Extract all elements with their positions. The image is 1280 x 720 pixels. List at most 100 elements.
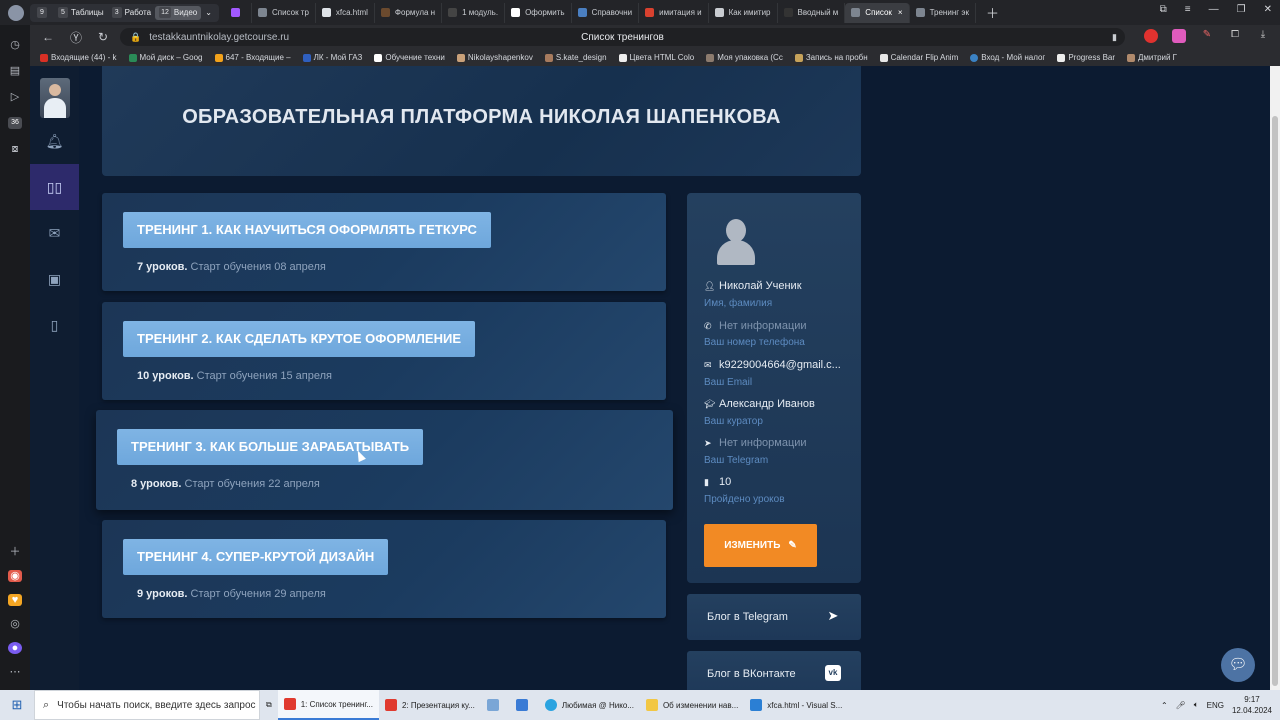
wallet-icon[interactable]: ▣ [30,256,79,302]
telegram-blog-link[interactable]: Блог в Telegram ➤ [687,594,861,640]
workspace-video[interactable]: 12 Видео [155,5,202,20]
bookmark-item[interactable]: Calendar Flip Anim [879,53,958,62]
workspace-tables[interactable]: 5 Таблицы [54,6,108,20]
volume-icon[interactable]: 🔈︎ [1194,700,1199,710]
workspace-number: 12 [159,7,171,18]
bookmark-label: ЛК - Мой ГАЗ [313,53,363,62]
menu-icon[interactable]: ≡ [1185,4,1191,15]
reload-icon[interactable]: ↻ [98,30,114,44]
clock[interactable]: 9:17 12.04.2024 [1232,694,1272,716]
maximize-icon[interactable]: ❐ [1237,4,1246,15]
microphone-icon[interactable]: 🎤︎ [1176,701,1186,710]
task-view-icon[interactable]: ⧉ [260,690,278,720]
add-icon[interactable]: ＋ [8,546,22,558]
bookmark-item[interactable]: Входящие (44) - k [40,53,117,62]
download-icon[interactable]: ⤓ [1256,29,1270,43]
tab[interactable]: Вводный м [778,2,846,23]
profile-avatar-icon[interactable] [8,4,24,21]
taskbar-app-label: xfca.html - Visual S... [767,700,843,710]
app-icon[interactable]: ♥ [8,594,22,606]
chevron-up-icon[interactable]: ⌃ [1161,701,1168,710]
training-title[interactable]: ТРЕНИНГ 1. КАК НАУЧИТЬСЯ ОФОРМЛЯТЬ ГЕТКУ… [123,212,491,248]
tab-search-icon[interactable]: ⧉ [1160,4,1167,15]
bookmark-item[interactable]: Запись на пробн [794,53,868,62]
tab[interactable]: Тренинг эк [910,2,976,23]
taskbar-app[interactable] [481,690,510,720]
bookmark-item[interactable]: Дмитрий Г [1127,53,1177,62]
app-icon[interactable]: ◉ [8,570,22,582]
training-card[interactable]: ТРЕНИНГ 1. КАК НАУЧИТЬСЯ ОФОРМЛЯТЬ ГЕТКУ… [102,193,666,291]
sidebar-badge[interactable]: 36 [8,117,22,129]
back-icon[interactable]: ← [42,30,58,44]
tab-figma[interactable] [225,2,252,23]
w-icon [374,53,383,62]
close-icon[interactable]: ✕ [1264,4,1272,15]
tab[interactable]: имитация и [639,2,709,23]
bookmark-item[interactable]: 647 - Входящие – [214,53,291,62]
bookmark-item[interactable]: Цвета HTML Colo [618,53,694,62]
training-card[interactable]: ТРЕНИНГ 3. КАК БОЛЬШЕ ЗАРАБАТЫВАТЬ 8 уро… [96,410,673,510]
chat-bubble-button[interactable]: 💬︎ [1221,648,1255,682]
app-icon[interactable]: ◎ [8,618,22,630]
training-title[interactable]: ТРЕНИНГ 3. КАК БОЛЬШЕ ЗАРАБАТЫВАТЬ [117,429,424,465]
tab[interactable]: Оформить [505,2,572,23]
new-tab-button[interactable]: ＋ [986,3,999,22]
screenshot-icon[interactable]: ⧇ [8,143,22,155]
extension-icon[interactable] [1172,29,1186,43]
page-scrollbar[interactable] [1270,66,1280,690]
mail-icon[interactable]: ✉ [30,210,79,256]
taskbar-app[interactable]: 2: Презентация ку... [379,690,481,720]
windows-start-icon[interactable]: ⊞ [0,697,34,713]
tab[interactable]: xfca.html [316,2,375,23]
bookmark-item[interactable]: ЛК - Мой ГАЗ [302,53,363,62]
book-icon[interactable]: ▯▯ [30,164,79,210]
yandex-icon[interactable]: Ⓨ [70,29,86,46]
phone-icon[interactable]: ▯ [30,302,79,348]
bookmark-icon[interactable]: ▮ [1112,32,1117,43]
tab[interactable]: Как имитир [709,2,778,23]
taskbar-app[interactable]: Об изменении нав... [640,690,744,720]
instagram-icon [456,53,465,62]
edit-profile-button[interactable]: ИЗМЕНИТЬ ✎ [704,524,817,567]
more-icon[interactable]: ⋯ [8,666,22,678]
scrollbar-thumb[interactable] [1272,116,1278,686]
taskbar-app[interactable]: 1: Список тренинг... [277,690,379,720]
workspace-1[interactable]: 9 [33,6,54,20]
tab[interactable]: Формула н [375,2,443,23]
history-icon[interactable]: ◷ [8,39,22,51]
workspace-work[interactable]: 3 Работа [108,6,155,20]
pen-icon[interactable]: ✎ [1200,29,1214,43]
taskbar-app[interactable]: Любимая @ Нико... [539,690,640,720]
taskbar-app[interactable]: xfca.html - Visual S... [744,690,848,720]
collections-icon[interactable]: ▤ [8,65,22,77]
minimize-icon[interactable]: — [1209,4,1219,15]
chevron-down-icon[interactable]: ⌄ [201,6,216,20]
bell-icon[interactable]: 🔔︎ [30,118,79,164]
extension-icon[interactable] [1144,29,1158,43]
vk-blog-link[interactable]: Блог в ВКонтакте vk [687,651,861,690]
bookmark-item[interactable]: Обучение техни [374,53,445,62]
tab[interactable]: 1 модуль. [442,2,506,23]
bookmark-item[interactable]: Вход - Мой налог [970,53,1045,62]
taskbar-app[interactable] [510,690,539,720]
tab[interactable]: Справочни [572,2,640,23]
bookmark-item[interactable]: Nikolayshapenkov [456,53,533,62]
taskbar-search[interactable]: ⌕ Чтобы начать поиск, введите здесь запр… [34,690,260,720]
bookmark-item[interactable]: Мой диск – Goog [128,53,203,62]
bookmark-item[interactable]: S.kate_design [544,53,607,62]
close-icon[interactable]: × [898,8,903,17]
bookmark-item[interactable]: Моя упаковка (Cc [706,53,783,62]
play-icon[interactable]: ▷ [8,91,22,103]
url-field[interactable]: 🔒 testakkauntnikolay.getcourse.ru Список… [120,28,1125,46]
avatar[interactable] [39,78,70,118]
tab[interactable]: Список тр [252,2,316,23]
alice-icon[interactable]: ● [8,642,22,654]
training-title[interactable]: ТРЕНИНГ 2. КАК СДЕЛАТЬ КРУТОЕ ОФОРМЛЕНИЕ [123,321,475,357]
puzzle-icon[interactable]: ⧠ [1228,29,1242,43]
language-indicator[interactable]: ENG [1207,701,1224,710]
training-title[interactable]: ТРЕНИНГ 4. СУПЕР-КРУТОЙ ДИЗАЙН [123,539,389,575]
bookmark-item[interactable]: Progress Bar [1057,53,1115,62]
training-card[interactable]: ТРЕНИНГ 4. СУПЕР-КРУТОЙ ДИЗАЙН 9 уроков.… [102,520,666,618]
tab-active[interactable]: Список × [845,2,910,23]
training-card[interactable]: ТРЕНИНГ 2. КАК СДЕЛАТЬ КРУТОЕ ОФОРМЛЕНИЕ… [102,302,666,400]
